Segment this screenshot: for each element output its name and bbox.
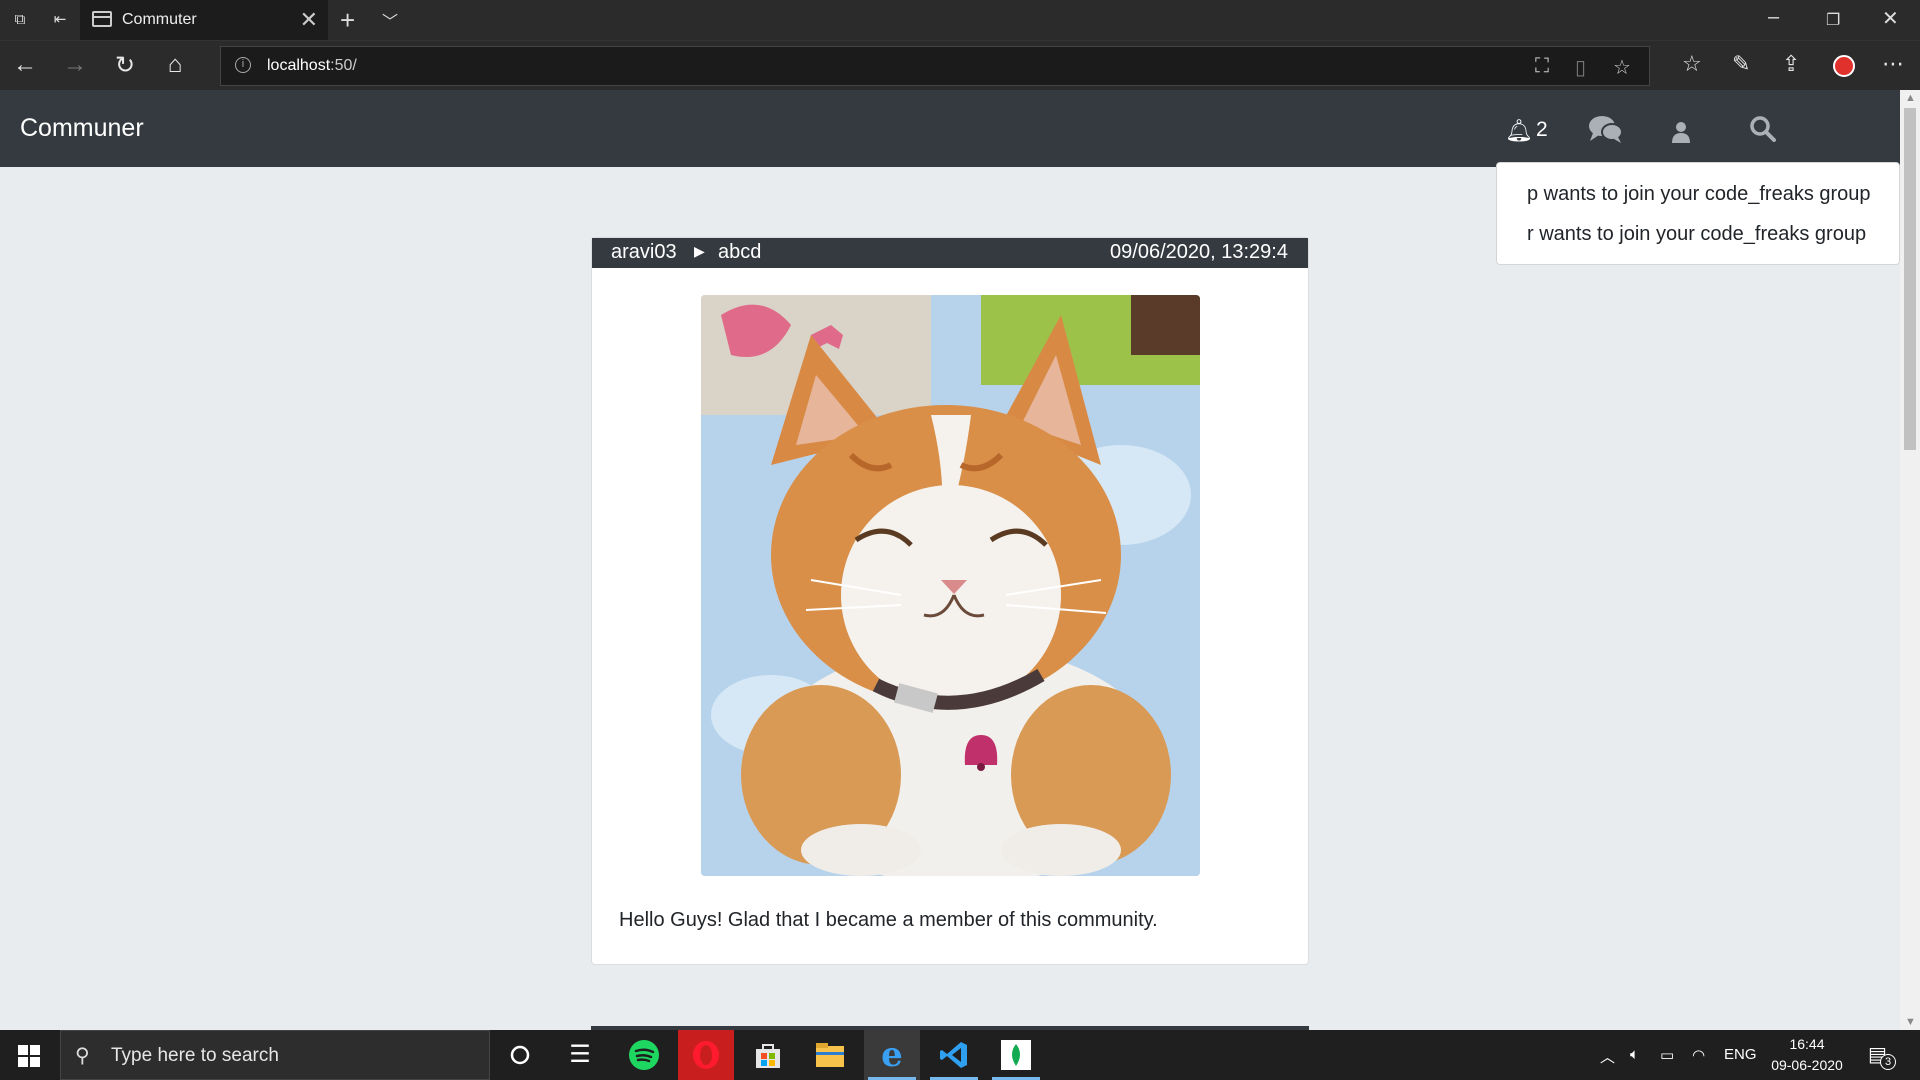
- reading-view-icon[interactable]: ▯: [1575, 55, 1586, 80]
- favorite-star-icon[interactable]: ☆: [1613, 55, 1631, 80]
- post-header: aravi03 ▶ abcd 09/06/2020, 13:29:4: [592, 238, 1308, 268]
- bell-icon[interactable]: 🔔︎: [1505, 118, 1533, 144]
- cortana-icon[interactable]: [492, 1030, 548, 1080]
- show-hidden-icons-chevron-icon[interactable]: ︿: [1600, 1046, 1615, 1067]
- clock-date: 09-06-2020: [1771, 1057, 1843, 1073]
- adblock-shield-icon[interactable]: [1833, 55, 1855, 77]
- search-icon[interactable]: [1750, 116, 1776, 149]
- taskbar-search-box[interactable]: ⚲ Type here to search: [60, 1030, 490, 1080]
- mongodb-compass-icon[interactable]: [988, 1030, 1044, 1080]
- home-icon[interactable]: ⌂: [160, 51, 190, 79]
- post-timestamp: 09/06/2020, 13:29:4: [1110, 241, 1288, 263]
- notification-item[interactable]: p wants to join your code_freaks group: [1527, 183, 1871, 206]
- minimize-icon[interactable]: –: [1768, 6, 1779, 29]
- forward-arrow-icon[interactable]: →: [60, 51, 90, 79]
- post-text: Hello Guys! Glad that I became a member …: [619, 909, 1158, 931]
- address-bar[interactable]: i localhost:50/ ⛶ ▯ ☆: [220, 46, 1650, 86]
- file-explorer-icon[interactable]: [802, 1030, 858, 1080]
- language-indicator[interactable]: ENG: [1724, 1046, 1757, 1063]
- new-tab-icon[interactable]: +: [340, 5, 355, 36]
- user-icon[interactable]: [1672, 118, 1690, 150]
- search-magnifier-icon: ⚲: [75, 1045, 90, 1067]
- tab-actions-icon[interactable]: ⧉: [10, 10, 30, 30]
- scroll-up-icon[interactable]: ▲: [1905, 92, 1916, 104]
- chat-bubbles-icon[interactable]: [1588, 114, 1623, 151]
- site-info-icon[interactable]: i: [235, 57, 251, 73]
- restore-icon[interactable]: ❐: [1826, 10, 1840, 30]
- notifications-dropdown: p wants to join your code_freaks group r…: [1496, 162, 1900, 265]
- page-scrollbar[interactable]: ▲ ▼: [1900, 90, 1920, 1030]
- back-arrow-icon[interactable]: ←: [10, 51, 40, 79]
- favorites-list-icon[interactable]: ☆: [1682, 51, 1702, 77]
- url-text[interactable]: localhost:50/: [267, 57, 357, 75]
- tab-close-icon[interactable]: ✕: [300, 7, 318, 33]
- action-center-badge: 3: [1880, 1054, 1896, 1070]
- scrollbar-thumb[interactable]: [1904, 108, 1916, 450]
- browser-toolbar: ← → ↻ ⌂ i localhost:50/ ⛶ ▯ ☆ ☆ ✎ ⇪ ⋯: [0, 40, 1920, 90]
- scroll-down-icon[interactable]: ▼: [1905, 1016, 1916, 1028]
- edge-browser-icon[interactable]: e: [864, 1030, 920, 1080]
- close-window-icon[interactable]: ✕: [1882, 6, 1899, 31]
- tab-preview-chevron-icon[interactable]: ﹀: [382, 8, 398, 32]
- post-author[interactable]: aravi03: [611, 241, 677, 264]
- browser-tab[interactable]: Commuter ✕: [80, 0, 328, 40]
- opera-icon[interactable]: [678, 1030, 734, 1080]
- spotify-icon[interactable]: [616, 1030, 672, 1080]
- post-card: aravi03 ▶ abcd 09/06/2020, 13:29:4 Hello…: [591, 237, 1309, 965]
- set-tabs-aside-icon[interactable]: ⇤: [50, 10, 70, 30]
- app-navbar: Communer 🔔︎ 2: [0, 90, 1900, 167]
- brand-logo-text[interactable]: Communer: [20, 114, 144, 143]
- task-view-icon[interactable]: ☰: [552, 1030, 608, 1080]
- extension-icon[interactable]: ⛶: [1535, 55, 1549, 78]
- vscode-icon[interactable]: [926, 1030, 982, 1080]
- taskbar-clock[interactable]: 16:44 09-06-2020: [1762, 1034, 1852, 1076]
- tab-title: Commuter: [122, 11, 197, 28]
- wifi-icon[interactable]: ◠: [1692, 1046, 1705, 1064]
- more-options-icon[interactable]: ⋯: [1882, 51, 1904, 77]
- notification-item[interactable]: r wants to join your code_freaks group: [1527, 223, 1866, 246]
- share-icon[interactable]: ⇪: [1782, 51, 1800, 77]
- post-image: [701, 295, 1200, 876]
- clock-time: 16:44: [1789, 1036, 1825, 1052]
- windows-start-icon[interactable]: [18, 1045, 40, 1067]
- browser-title-bar: ⧉ ⇤ Commuter ✕ + ﹀ – ❐ ✕: [0, 0, 1920, 40]
- notification-count[interactable]: 2: [1536, 118, 1548, 142]
- search-placeholder: Type here to search: [111, 1045, 279, 1066]
- page-icon: [92, 11, 112, 27]
- store-icon[interactable]: [740, 1030, 796, 1080]
- windows-taskbar: ⚲ Type here to search ☰ e ︿ 🔈︎ ▭ ◠ ENG 1…: [0, 1030, 1920, 1080]
- battery-icon[interactable]: ▭: [1660, 1046, 1674, 1064]
- caret-right-icon: ▶: [694, 243, 705, 259]
- post-group[interactable]: abcd: [718, 241, 761, 264]
- web-note-icon[interactable]: ✎: [1732, 51, 1750, 77]
- refresh-icon[interactable]: ↻: [110, 51, 140, 80]
- volume-icon[interactable]: 🔈︎: [1630, 1046, 1639, 1063]
